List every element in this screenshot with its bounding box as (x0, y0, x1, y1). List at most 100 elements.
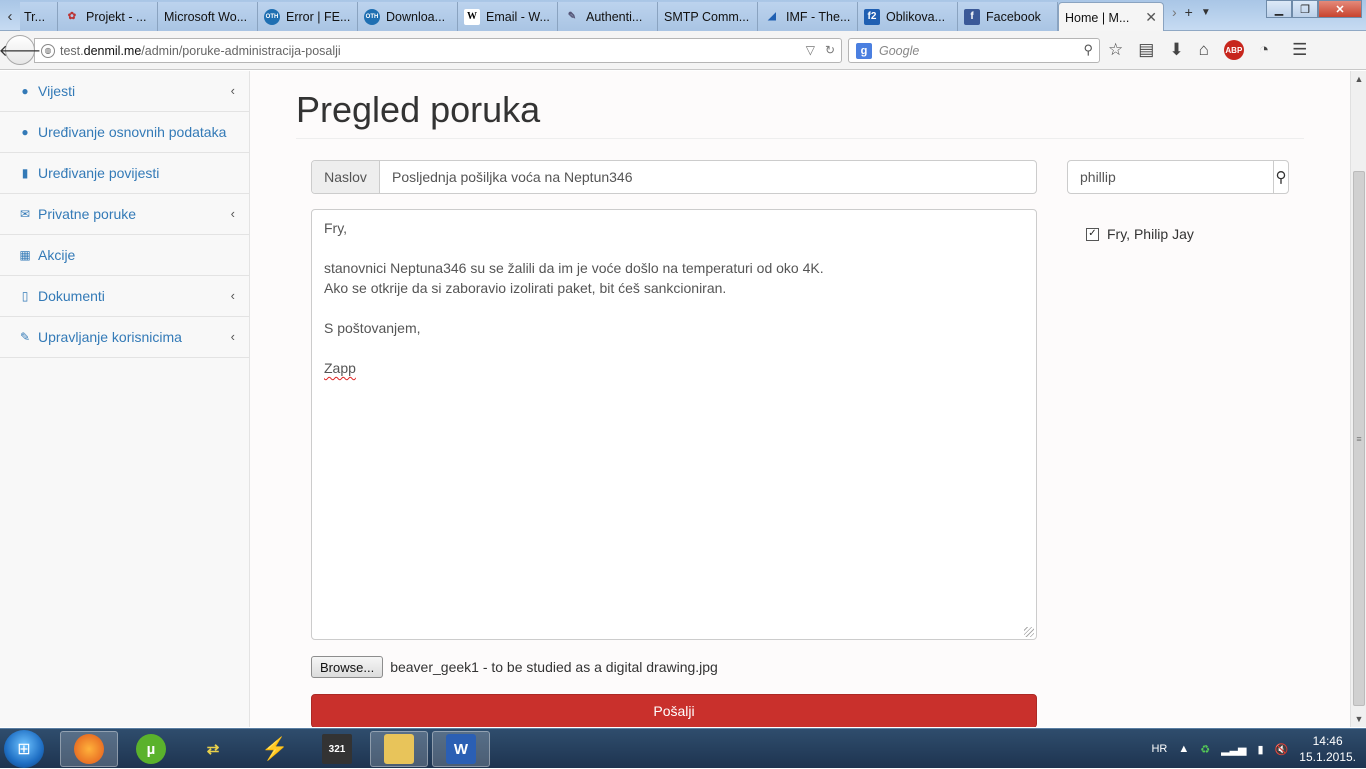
sidebar-item-vijesti[interactable]: ● Vijesti ‹ (0, 71, 249, 112)
search-bar[interactable]: g Google ⚲ (848, 38, 1100, 63)
firefox-icon (74, 734, 104, 764)
home-icon[interactable]: ⌂ (1199, 40, 1209, 60)
sidebar-item-dokumenti[interactable]: ▯ Dokumenti ‹ (0, 276, 249, 317)
tab-active[interactable]: Home | M... ✕ (1058, 2, 1164, 32)
body-line-greeting: Fry, (324, 220, 348, 236)
tab-5[interactable]: W Email - W... (458, 2, 558, 31)
scroll-up-arrow[interactable]: ▲ (1351, 71, 1366, 87)
info-icon: ● (21, 125, 29, 139)
sidebar: ● Vijesti ‹ ● Uređivanje osnovnih podata… (0, 71, 250, 727)
recipient-search: ⚲ (1067, 160, 1289, 194)
sync-icon[interactable]: ◔ (1259, 40, 1269, 60)
wikipedia-icon: W (464, 8, 480, 25)
tab-1[interactable]: ✿ Projekt - ... (58, 2, 158, 31)
reload-icon[interactable]: ↻ (825, 43, 835, 57)
taskbar-media-player[interactable]: 321 (308, 731, 366, 767)
scroll-tabs-left-button[interactable]: ‹ (0, 2, 20, 31)
clock[interactable]: 14:46 15.1.2015. (1299, 733, 1356, 765)
tab-6[interactable]: ✎ Authenti... (558, 2, 658, 31)
scroll-tabs-right-button[interactable]: › (1172, 4, 1177, 20)
browser-tab-bar: ‹ Tr... ✿ Projekt - ... Microsoft Wo... O… (0, 0, 1366, 32)
send-button[interactable]: Pošalji (311, 694, 1037, 727)
recipient-checkbox[interactable]: ✓ (1086, 227, 1099, 241)
windows-taskbar: ⊞ µ ⇄ ⚡ 321 W HR ▲ ♻ ▂▃▅ ▮ 🔇 14:46 15.1.… (0, 728, 1366, 768)
download-icon[interactable]: ⬇ (1169, 40, 1183, 60)
close-window-button[interactable]: ✕ (1318, 0, 1362, 18)
tab-0[interactable]: Tr... (20, 2, 58, 31)
language-indicator[interactable]: HR (1151, 743, 1167, 755)
list-tabs-button[interactable]: ▼ (1201, 7, 1211, 18)
tab-8[interactable]: ◢ IMF - The... (758, 2, 858, 31)
sidebar-item-label: Uređivanje osnovnih podataka (38, 124, 227, 140)
body-line-blank (324, 238, 1024, 258)
taskbar-winamp[interactable]: ⚡ (246, 731, 304, 767)
tab-7[interactable]: SMTP Comm... (658, 2, 758, 31)
tab-9[interactable]: f2 Oblikova... (858, 2, 958, 31)
body-line-blank (324, 298, 1024, 318)
selected-file-name: beaver_geek1 - to be studied as a digita… (390, 659, 718, 675)
browse-button[interactable]: Browse... (311, 656, 384, 678)
recycle-icon[interactable]: ♻ (1200, 743, 1210, 756)
page-scrollbar[interactable]: ▲ ≡ ▼ (1350, 71, 1366, 727)
taskbar-network-tool[interactable]: ⇄ (184, 731, 242, 767)
sidebar-item-korisnici[interactable]: ✎ Upravljanje korisnicima ‹ (0, 317, 249, 358)
sidebar-item-label: Vijesti (38, 83, 76, 99)
taskbar-firefox[interactable] (60, 731, 118, 767)
tab-3[interactable]: OTH Error | FE... (258, 2, 358, 31)
message-body-textarea[interactable]: Fry, stanovnici Neptuna346 su se žalili … (311, 209, 1037, 640)
sidebar-item-akcije[interactable]: ▦ Akcije (0, 235, 249, 276)
chevron-left-icon: ‹ (230, 288, 235, 303)
system-tray: HR ▲ ♻ ▂▃▅ ▮ 🔇 14:46 15.1.2015. (1151, 729, 1356, 769)
reading-list-icon[interactable]: ▤ (1138, 40, 1154, 60)
menu-icon[interactable]: ☰ (1292, 40, 1307, 60)
search-icon[interactable]: ⚲ (1083, 42, 1093, 58)
subject-label: Naslov (312, 161, 380, 193)
document-icon: ✎ (567, 11, 577, 22)
scroll-thumb[interactable]: ≡ (1353, 171, 1365, 706)
taskbar-utorrent[interactable]: µ (122, 731, 180, 767)
battery-icon[interactable]: ▮ (1258, 743, 1264, 756)
facebook-icon: f (964, 8, 980, 25)
sidebar-item-privatne-poruke[interactable]: ✉ Privatne poruke ‹ (0, 194, 249, 235)
back-button[interactable]: 🡐 (0, 35, 41, 65)
main-content: Pregled poruka Naslov Fry, stanovnici Ne… (251, 71, 1350, 727)
chevron-left-icon: ‹ (230, 329, 235, 344)
close-tab-icon[interactable]: ✕ (1145, 9, 1157, 26)
url-bar[interactable]: ◍ test. denmil.me/admin/poruke-administra… (34, 38, 842, 63)
scroll-down-arrow[interactable]: ▼ (1351, 711, 1366, 727)
taskbar-word[interactable]: W (432, 731, 490, 767)
tab-label: Facebook (986, 9, 1041, 24)
adblock-icon[interactable]: ABP (1223, 40, 1244, 60)
search-placeholder: Google (879, 43, 920, 58)
recipient-item[interactable]: ✓ Fry, Philip Jay (1086, 226, 1194, 242)
tab-label: Authenti... (586, 9, 643, 24)
show-hidden-icons[interactable]: ▲ (1178, 743, 1189, 755)
f2-icon: f2 (864, 8, 880, 25)
sidebar-item-label: Akcije (38, 247, 76, 263)
sidebar-item-povijest[interactable]: ▮ Uređivanje povijesti (0, 153, 249, 194)
tab-label: SMTP Comm... (664, 9, 750, 24)
tab-10[interactable]: f Facebook (958, 2, 1058, 31)
minimize-button[interactable]: ▁ (1266, 0, 1292, 18)
tab-2[interactable]: Microsoft Wo... (158, 2, 258, 31)
body-line-signature: Zapp (324, 358, 1024, 378)
start-button[interactable]: ⊞ (4, 730, 44, 768)
page-title: Pregled poruka (296, 89, 541, 130)
tab-4[interactable]: OTH Downloa... (358, 2, 458, 31)
signal-icon[interactable]: ▂▃▅ (1221, 743, 1246, 756)
volume-muted-icon[interactable]: 🔇 (1275, 743, 1289, 756)
history-dropdown-icon[interactable]: ▽ (806, 43, 815, 57)
url-prefix: test. (60, 43, 84, 58)
tab-label: Home | M... (1065, 10, 1130, 25)
new-tab-button[interactable]: + (1185, 4, 1193, 20)
google-engine-icon[interactable]: g (849, 39, 879, 62)
bookmark-star-icon[interactable]: ☆ (1108, 40, 1123, 60)
oth-icon: OTH (364, 8, 380, 25)
recipient-search-input[interactable] (1068, 161, 1273, 193)
taskbar-explorer[interactable] (370, 731, 428, 767)
subject-input[interactable] (380, 161, 1036, 193)
restore-button[interactable]: ❐ (1292, 0, 1318, 18)
resize-handle[interactable] (1024, 627, 1034, 637)
search-button[interactable]: ⚲ (1273, 161, 1288, 193)
sidebar-item-osnovni-podaci[interactable]: ● Uređivanje osnovnih podataka (0, 112, 249, 153)
